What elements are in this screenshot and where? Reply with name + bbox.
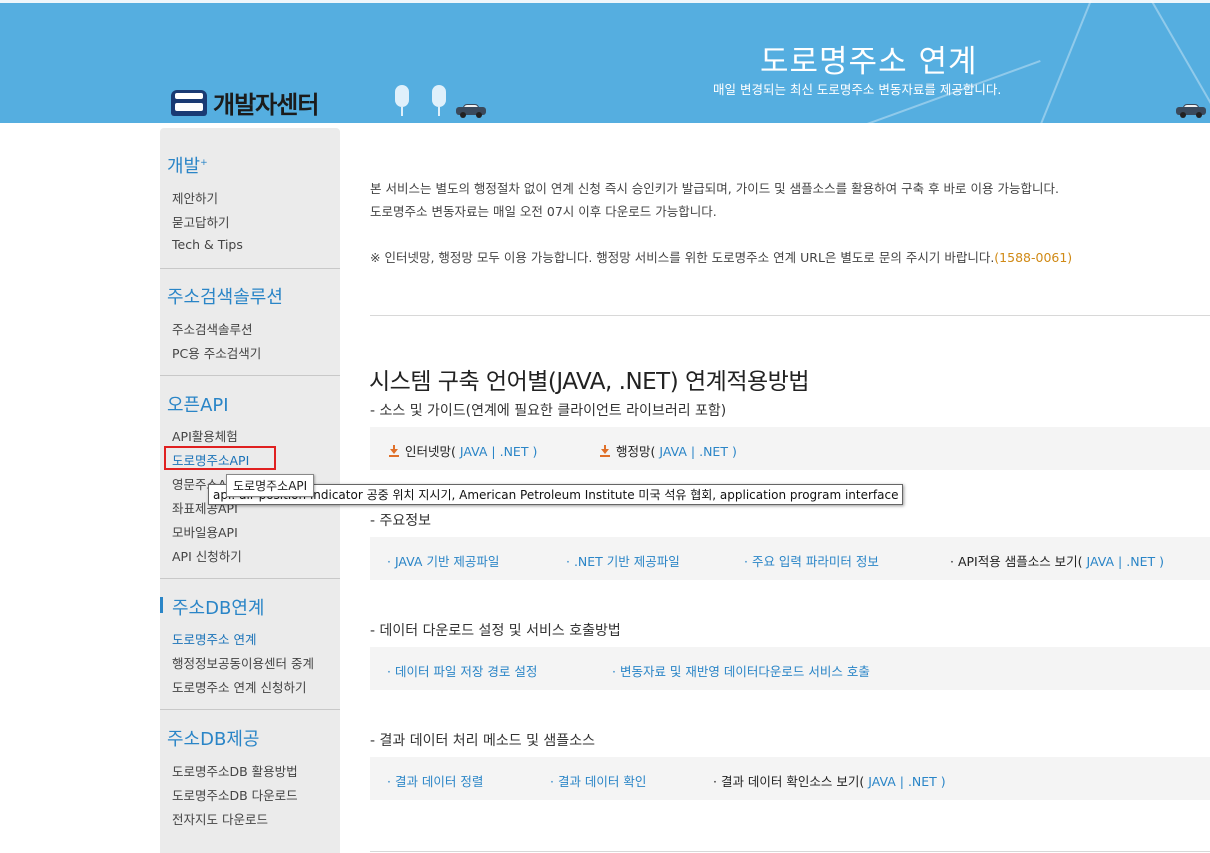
sample-net-link[interactable]: .NET xyxy=(1126,554,1155,569)
sidebar-divider xyxy=(160,578,340,579)
car-icon xyxy=(456,104,486,118)
sample-java-link[interactable]: JAVA xyxy=(1087,554,1115,569)
sidebar-item-propose[interactable]: 제안하기 xyxy=(172,188,218,207)
internet-net-link[interactable]: .NET xyxy=(500,444,529,459)
download-icon xyxy=(600,445,610,457)
internet-download: 인터넷망( JAVA | .NET ) xyxy=(389,441,537,460)
download-heading: - 데이터 다운로드 설정 및 서비스 호출방법 xyxy=(370,623,621,639)
divider xyxy=(370,315,1210,316)
sidebar-item-road-address-link[interactable]: 도로명주소 연계 xyxy=(172,629,256,648)
change-data-service-link[interactable]: · 변동자료 및 재반영 데이터다운로드 서비스 호출 xyxy=(612,661,870,680)
sidebar-title-db-provide[interactable]: 주소DB제공 xyxy=(167,725,259,751)
sidebar-item-mobile-api[interactable]: 모바일용API xyxy=(172,522,238,541)
section-title: 시스템 구축 언어별(JAVA, .NET) 연계적용방법 xyxy=(369,369,809,395)
hero-subtitle: 매일 변경되는 최신 도로명주소 변동자료를 제공합니다. xyxy=(713,82,1002,97)
header-top-stripe xyxy=(0,0,1210,3)
sidebar-item-pc-search[interactable]: PC용 주소검색기 xyxy=(172,343,261,362)
sidebar-item-api-apply[interactable]: API 신청하기 xyxy=(172,546,242,565)
result-java-link[interactable]: JAVA xyxy=(868,774,896,789)
sidebar-item-db-download[interactable]: 도로명주소DB 다운로드 xyxy=(172,785,298,804)
gov-net-link[interactable]: .NET xyxy=(699,444,728,459)
sidebar-divider xyxy=(160,709,340,710)
divider xyxy=(370,851,1210,852)
parameter-info-link[interactable]: · 주요 입력 파라미터 정보 xyxy=(744,551,879,570)
link-tooltip: 도로명주소API xyxy=(226,474,315,497)
intro-line-1: 본 서비스는 별도의 행정절차 없이 연계 신청 즉시 승인키가 발급되며, 가… xyxy=(370,181,1059,196)
sidebar-title-db-link[interactable]: 주소DB연계 xyxy=(172,594,264,620)
result-sort-link[interactable]: · 결과 데이터 정렬 xyxy=(387,771,483,790)
plus-icon: + xyxy=(200,158,208,168)
java-files-link[interactable]: · JAVA 기반 제공파일 xyxy=(387,551,499,570)
logo[interactable]: 개발자센터 xyxy=(171,85,319,120)
gov-download: 행정망( JAVA | .NET ) xyxy=(600,441,737,460)
address-system-badge-icon xyxy=(171,89,207,116)
sidebar-item-api-trial[interactable]: API활용체험 xyxy=(172,426,238,445)
sidebar-item-link-apply[interactable]: 도로명주소 연계 신청하기 xyxy=(172,677,306,696)
result-net-link[interactable]: .NET xyxy=(908,774,937,789)
selection-highlight xyxy=(164,446,276,470)
internet-java-link[interactable]: JAVA xyxy=(460,444,488,459)
hero-title: 도로명주소 연계 xyxy=(760,44,978,80)
sidebar-item-db-usage[interactable]: 도로명주소DB 활용방법 xyxy=(172,761,298,780)
sidebar-item-search-solution[interactable]: 주소검색솔루션 xyxy=(172,319,253,338)
current-section-marker xyxy=(160,597,163,613)
sidebar-divider xyxy=(160,375,340,376)
sample-source-row: · API적용 샘플소스 보기( JAVA | .NET ) xyxy=(950,554,1164,569)
download-icon xyxy=(389,445,399,457)
main-info-heading: - 주요정보 xyxy=(370,513,432,529)
sidebar-item-qna[interactable]: 묻고답하기 xyxy=(172,212,230,231)
tree-icon xyxy=(395,85,409,116)
sidebar-title-search[interactable]: 주소검색솔루션 xyxy=(167,283,283,309)
intro-line-2: 도로명주소 변동자료는 매일 오전 07시 이후 다운로드 가능합니다. xyxy=(370,204,717,219)
result-heading: - 결과 데이터 처리 메소드 및 샘플소스 xyxy=(370,733,595,749)
intro-line-3: ※ 인터넷망, 행정망 모두 이용 가능합니다. 행정망 서비스를 위한 도로명… xyxy=(370,250,1073,265)
net-files-link[interactable]: · .NET 기반 제공파일 xyxy=(566,551,680,570)
source-guide-heading: - 소스 및 가이드(연계에 필요한 클라이언트 라이브러리 포함) xyxy=(370,403,727,419)
sidebar-item-admin-relay[interactable]: 행정정보공동이용센터 중계 xyxy=(172,653,314,672)
logo-text: 개발자센터 xyxy=(213,91,319,119)
result-source-row: · 결과 데이터 확인소스 보기( JAVA | .NET ) xyxy=(713,774,946,789)
sidebar-divider xyxy=(160,268,340,269)
sidebar-item-map-download[interactable]: 전자지도 다운로드 xyxy=(172,809,268,828)
sidebar-title-dev[interactable]: 개발+ xyxy=(167,152,208,178)
save-path-link[interactable]: · 데이터 파일 저장 경로 설정 xyxy=(387,661,537,680)
phone-number: (1588-0061) xyxy=(994,250,1073,265)
car-icon xyxy=(1176,104,1206,118)
decorative-line xyxy=(1007,0,1092,123)
gov-java-link[interactable]: JAVA xyxy=(659,444,687,459)
result-check-link[interactable]: · 결과 데이터 확인 xyxy=(550,771,646,790)
sidebar-item-tech-tips[interactable]: Tech & Tips xyxy=(172,237,243,252)
sidebar-title-openapi[interactable]: 오픈API xyxy=(167,391,229,417)
tree-icon xyxy=(432,85,446,116)
header-banner: 개발자센터 도로명주소 연계 매일 변경되는 최신 도로명주소 변동자료를 제공… xyxy=(0,0,1210,123)
